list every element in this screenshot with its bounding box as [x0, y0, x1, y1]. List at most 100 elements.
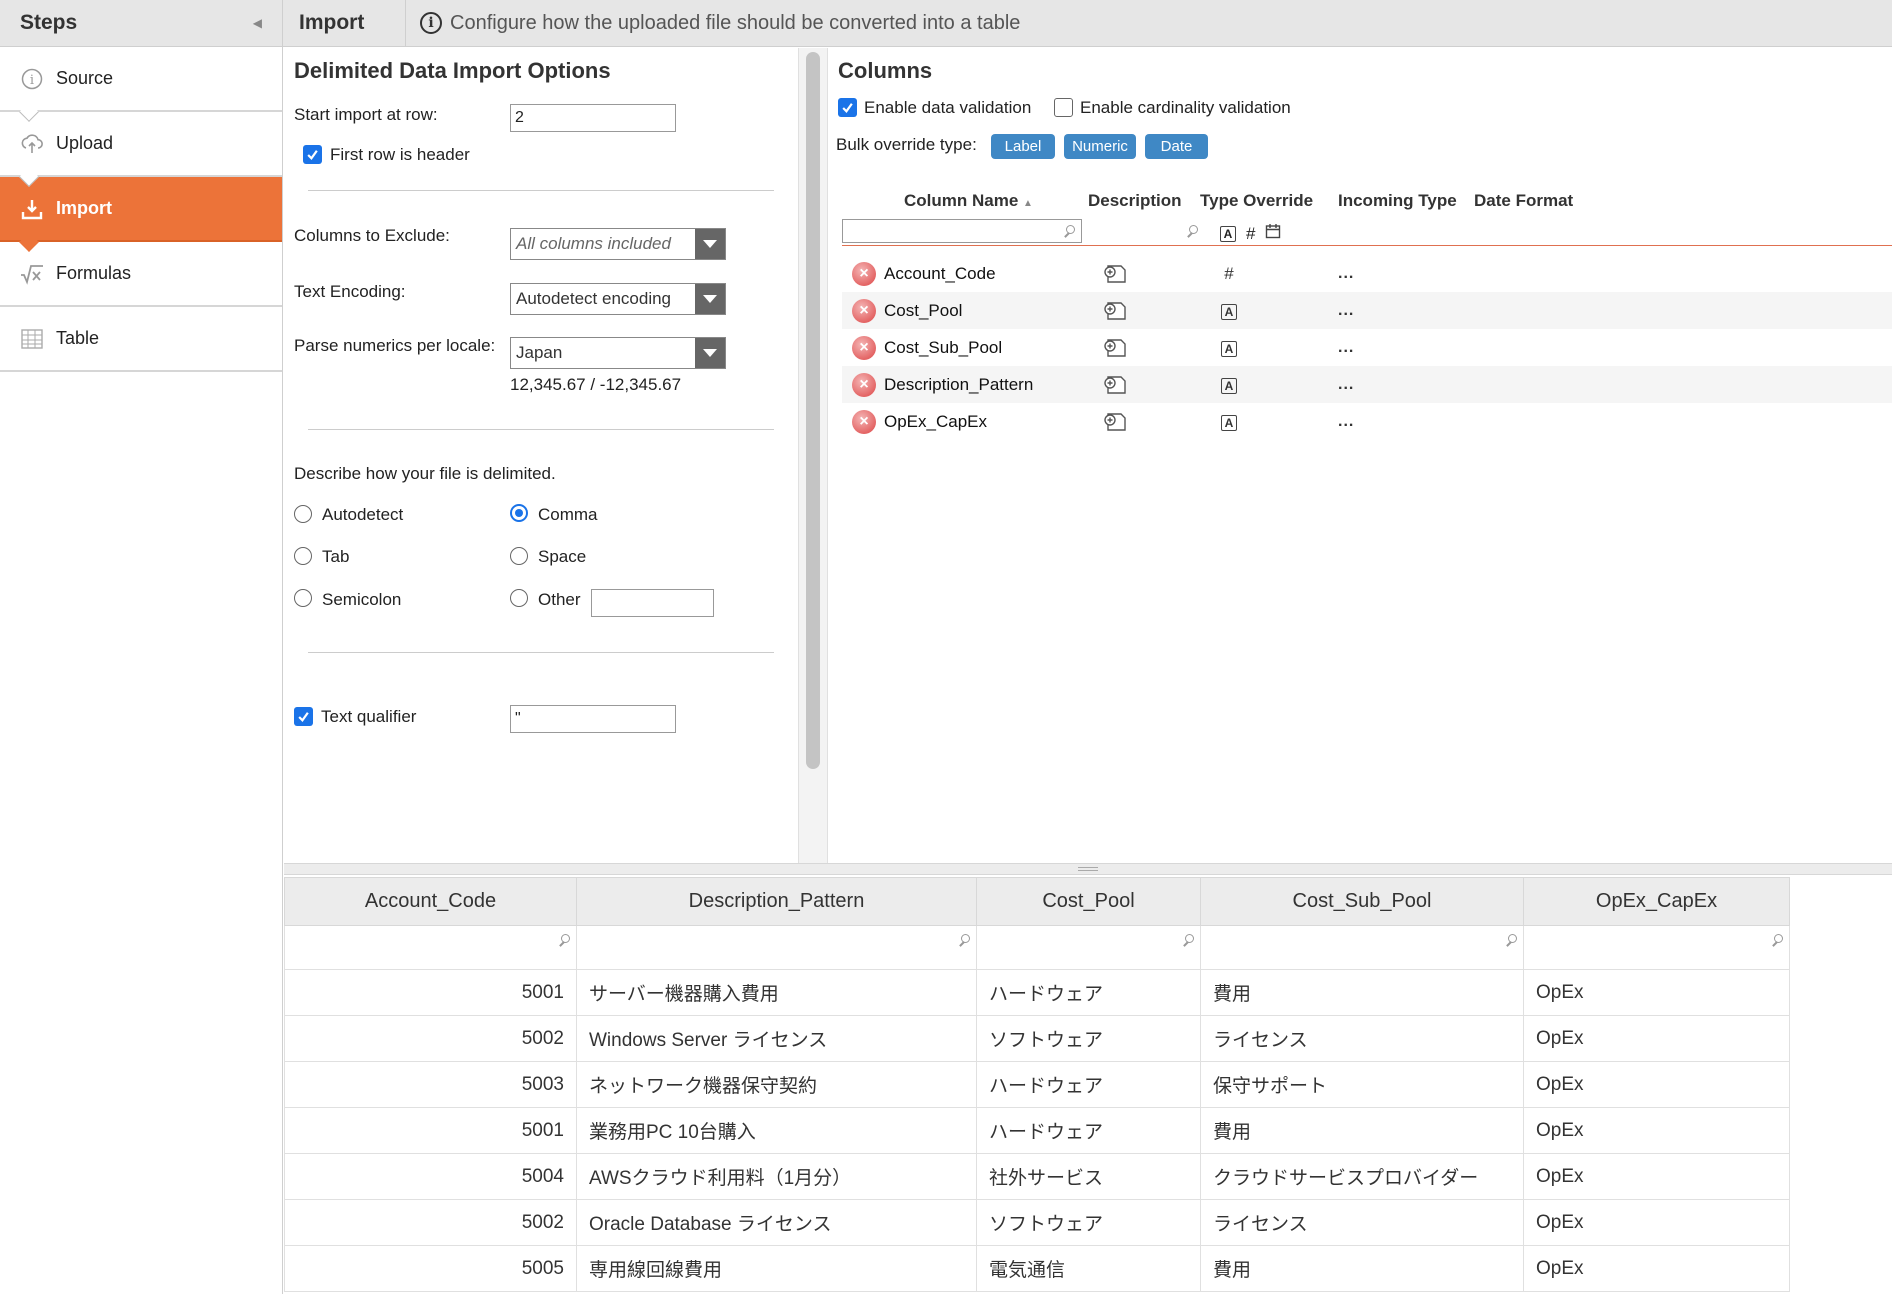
- header-description[interactable]: Description: [1088, 191, 1182, 211]
- numeric-type-icon[interactable]: #: [1246, 224, 1255, 244]
- add-description-icon[interactable]: [1104, 375, 1128, 395]
- column-filter[interactable]: [576, 925, 977, 970]
- remove-column-icon[interactable]: ×: [852, 372, 876, 397]
- header-date-format[interactable]: Date Format: [1474, 191, 1573, 211]
- options-scrollbar[interactable]: [806, 52, 820, 769]
- info-text: Configure how the uploaded file should b…: [450, 11, 1021, 34]
- table-cell: OpEx: [1523, 1199, 1790, 1246]
- table-cell: ハードウェア: [976, 969, 1201, 1016]
- label-type-icon[interactable]: A: [1220, 225, 1236, 242]
- filter-underline: [842, 245, 1892, 246]
- calendar-icon[interactable]: [1265, 223, 1281, 244]
- header-column-name[interactable]: Column Name ▲: [904, 191, 1033, 211]
- label-type-icon[interactable]: A: [1220, 412, 1238, 432]
- radio-tab[interactable]: [294, 547, 312, 565]
- step-table[interactable]: Table: [0, 307, 282, 372]
- column-filter[interactable]: [976, 925, 1201, 970]
- collapse-sidebar-icon[interactable]: ◀: [253, 16, 262, 30]
- label-type-icon[interactable]: A: [1220, 301, 1238, 321]
- table-row: 5005 専用線回線費用 電気通信 費用 OpEx: [284, 1245, 1790, 1292]
- radio-comma[interactable]: [510, 504, 528, 522]
- table-cell: ソフトウェア: [976, 1015, 1201, 1062]
- table-cell: 5003: [284, 1061, 577, 1108]
- table-row: 5001 サーバー機器購入費用 ハードウェア 費用 OpEx: [284, 969, 1790, 1016]
- divider: [308, 429, 774, 430]
- column-row[interactable]: × Cost_Pool A ...: [842, 292, 1892, 329]
- add-description-icon[interactable]: [1104, 301, 1128, 321]
- add-description-icon[interactable]: [1104, 338, 1128, 358]
- column-row[interactable]: × Description_Pattern A ...: [842, 366, 1892, 403]
- column-filter[interactable]: [1523, 925, 1790, 970]
- column-filter[interactable]: [284, 925, 577, 970]
- chevron-down-icon: [695, 229, 725, 259]
- search-icon: [1186, 225, 1198, 237]
- table-icon: [20, 327, 44, 351]
- start-row-input[interactable]: [510, 104, 676, 132]
- panel-resize-handle[interactable]: [284, 863, 1892, 875]
- encoding-label: Text Encoding:: [294, 282, 406, 301]
- add-description-icon[interactable]: [1104, 264, 1128, 284]
- sidebar-header: Steps ◀: [0, 0, 282, 47]
- text-qualifier-checkbox[interactable]: [294, 707, 313, 726]
- numeric-type-icon[interactable]: #: [1220, 264, 1238, 284]
- header-incoming-type[interactable]: Incoming Type: [1338, 191, 1457, 211]
- table-cell: 5001: [284, 1107, 577, 1154]
- remove-column-icon[interactable]: ×: [852, 261, 876, 286]
- column-row[interactable]: × Account_Code # ...: [842, 255, 1892, 292]
- column-header[interactable]: Cost_Pool: [976, 877, 1201, 926]
- remove-column-icon[interactable]: ×: [852, 409, 876, 434]
- step-formulas[interactable]: Formulas: [0, 242, 282, 307]
- header-type-override[interactable]: Type Override: [1200, 191, 1313, 211]
- radio-space-label: Space: [538, 547, 587, 566]
- bulk-numeric-button[interactable]: Numeric: [1064, 134, 1136, 159]
- column-row[interactable]: × OpEx_CapEx A ...: [842, 403, 1892, 440]
- column-row[interactable]: × Cost_Sub_Pool A ...: [842, 329, 1892, 366]
- bulk-date-button[interactable]: Date: [1145, 134, 1208, 159]
- column-header[interactable]: OpEx_CapEx: [1523, 877, 1790, 926]
- label-type-icon[interactable]: A: [1220, 338, 1238, 358]
- remove-column-icon[interactable]: ×: [852, 298, 876, 323]
- table-cell: OpEx: [1523, 1015, 1790, 1062]
- first-row-header-checkbox[interactable]: [303, 145, 322, 164]
- description-filter[interactable]: [1098, 220, 1198, 242]
- columns-exclude-dropdown[interactable]: All columns included: [510, 228, 726, 260]
- delimiter-prompt: Describe how your file is delimited.: [294, 464, 556, 483]
- column-header[interactable]: Cost_Sub_Pool: [1200, 877, 1524, 926]
- column-name-filter-input[interactable]: [842, 219, 1082, 243]
- step-label: Import: [56, 198, 112, 218]
- enable-data-validation-checkbox[interactable]: [838, 98, 857, 117]
- column-header[interactable]: Description_Pattern: [576, 877, 977, 926]
- table-cell: Windows Server ライセンス: [576, 1015, 977, 1062]
- add-description-icon[interactable]: [1104, 412, 1128, 432]
- enable-cardinality-checkbox[interactable]: [1054, 98, 1073, 117]
- radio-semicolon[interactable]: [294, 589, 312, 607]
- column-name: Cost_Sub_Pool: [884, 337, 1003, 357]
- radio-space[interactable]: [510, 547, 528, 565]
- table-row: 5003 ネットワーク機器保守契約 ハードウェア 保守サポート OpEx: [284, 1061, 1790, 1108]
- incoming-type-value: ...: [1338, 301, 1355, 319]
- search-icon: [1063, 225, 1075, 237]
- label-type-icon[interactable]: A: [1220, 375, 1238, 395]
- table-cell: ハードウェア: [976, 1061, 1201, 1108]
- step-source[interactable]: i Source: [0, 47, 282, 122]
- column-header[interactable]: Account_Code: [284, 877, 577, 926]
- app-window: Steps ◀ i Source Upload Import Formulas …: [0, 0, 1892, 1294]
- locale-dropdown[interactable]: Japan: [510, 337, 726, 369]
- text-encoding-dropdown[interactable]: Autodetect encoding: [510, 283, 726, 315]
- locale-label: Parse numerics per locale:: [294, 336, 496, 355]
- divider: [308, 190, 774, 191]
- step-import[interactable]: Import: [0, 177, 282, 252]
- bulk-override-label: Bulk override type:: [836, 135, 977, 154]
- column-filter[interactable]: [1200, 925, 1524, 970]
- info-icon: i: [20, 67, 44, 91]
- table-row: 5002 Oracle Database ライセンス ソフトウェア ライセンス …: [284, 1199, 1790, 1246]
- remove-column-icon[interactable]: ×: [852, 335, 876, 360]
- step-upload[interactable]: Upload: [0, 112, 282, 187]
- bulk-label-button[interactable]: Label: [991, 134, 1055, 159]
- other-delimiter-input[interactable]: [591, 589, 714, 617]
- radio-other[interactable]: [510, 589, 528, 607]
- chevron-down-icon: [695, 284, 725, 314]
- table-cell: ソフトウェア: [976, 1199, 1201, 1246]
- radio-autodetect[interactable]: [294, 505, 312, 523]
- text-qualifier-input[interactable]: [510, 705, 676, 733]
